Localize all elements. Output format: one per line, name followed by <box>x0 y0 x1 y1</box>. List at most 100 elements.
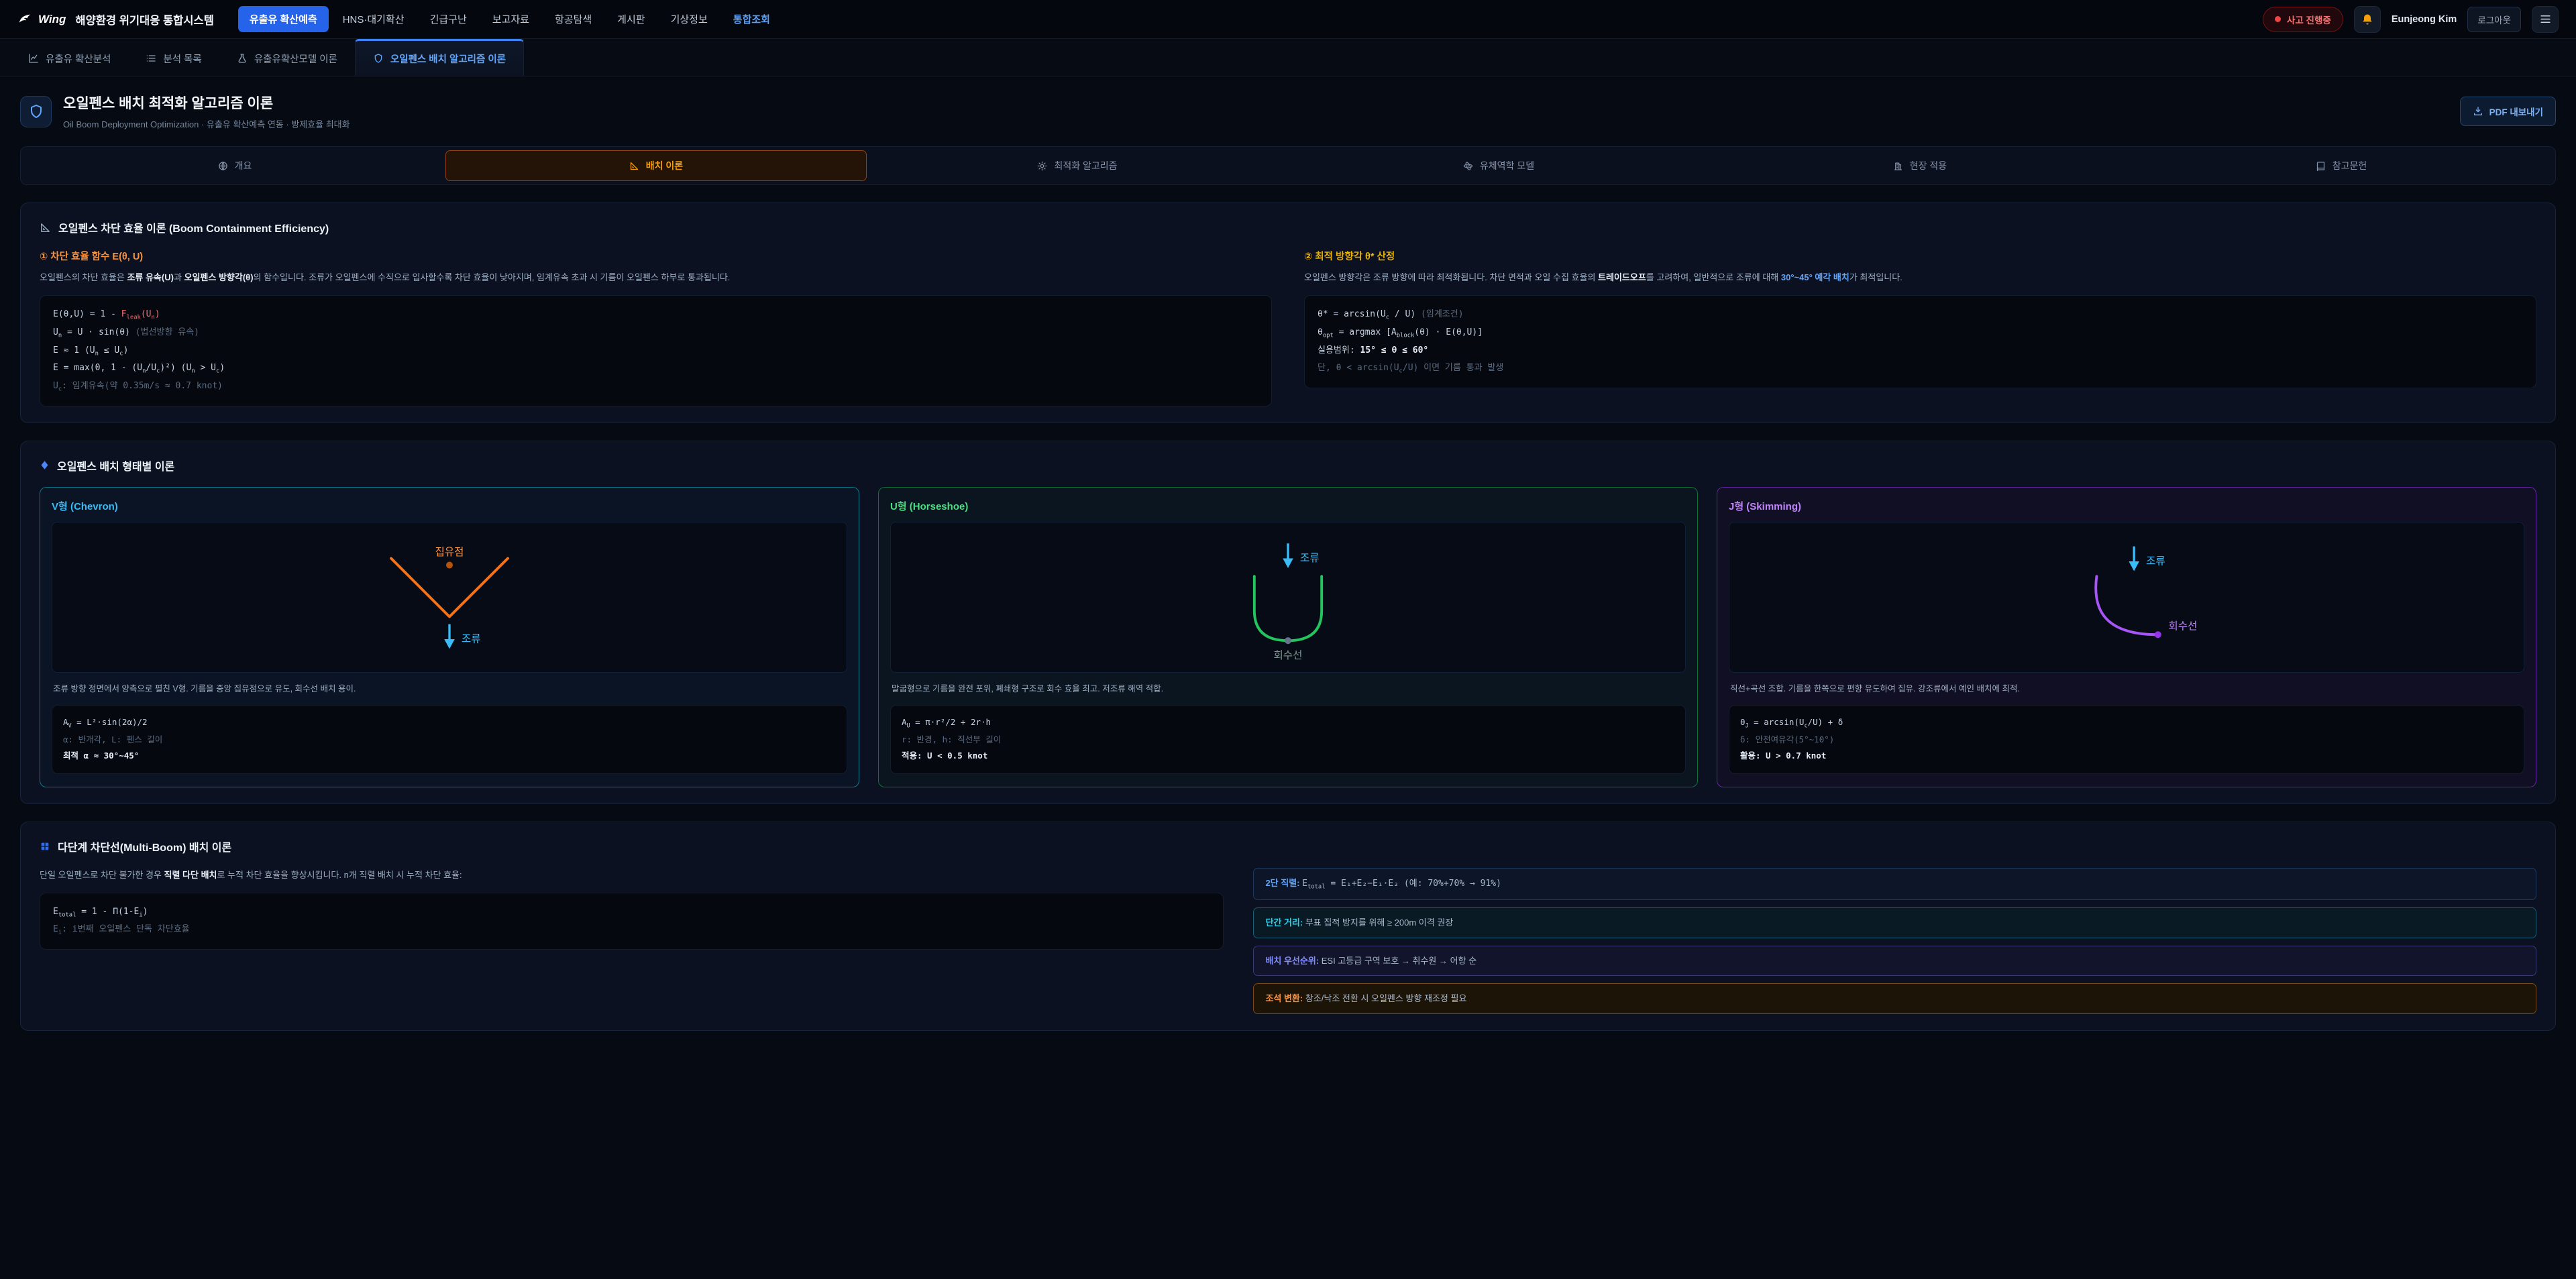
code-line: AV = L²·sin(2α)/2 <box>63 714 836 732</box>
chart-icon <box>28 53 39 64</box>
tab-label: 최적화 알고리즘 <box>1054 159 1117 172</box>
multiboom-left-column: 단일 오일펜스로 차단 불가한 경우 직렬 다단 배치로 누적 차단 효율을 향… <box>40 868 1224 950</box>
nav-item-reports[interactable]: 보고자료 <box>481 6 541 32</box>
nav-item-spill-prediction[interactable]: 유출유 확산예측 <box>238 6 329 32</box>
book-icon <box>2316 161 2326 171</box>
red-dot-icon <box>2275 16 2281 22</box>
nav-item-aerial-search[interactable]: 항공탐색 <box>543 6 603 32</box>
subnav-tab-label: 유출유 확산분석 <box>46 52 111 66</box>
current-arrowhead <box>1283 558 1293 567</box>
layout-card-description: 직선+곡선 조합. 기름을 한쪽으로 편향 유도하여 집유. 강조류에서 예인 … <box>1730 682 2523 696</box>
skimming-code-block: θJ = arcsin(Uc/U) + δ δ: 안전여유각(5°~10°) 활… <box>1729 705 2524 774</box>
layout-card-description: 조류 방향 정면에서 양측으로 펼친 V형. 기름을 중앙 집유점으로 유도, … <box>53 682 846 696</box>
efficiency-left-column: ① 차단 효율 함수 E(θ, U) 오일펜스의 차단 효율은 조류 유속(U)… <box>40 249 1272 406</box>
layout-card-description: 말굽형으로 기름을 완전 포위, 폐쇄형 구조로 회수 효율 최고. 저조류 해… <box>892 682 1684 696</box>
note-tidal-change: 조석 변환: 창조/낙조 전환 시 오일펜스 방향 재조정 필요 <box>1253 983 2536 1014</box>
containment-efficiency-panel: 오일펜스 차단 효율 이론 (Boom Containment Efficien… <box>20 203 2556 423</box>
collection-point-label: 집유점 <box>435 546 464 558</box>
layout-cards: V형 (Chevron) 집유점 조류 조류 방향 정면에서 양측으로 펼친 V… <box>40 487 2536 787</box>
app-logo: Wing <box>17 12 66 27</box>
subnav-tab-analysis-list[interactable]: 분석 목록 <box>128 39 219 76</box>
horseshoe-diagram-svg: 조류 회수선 <box>891 522 1685 672</box>
page-title: 오일펜스 배치 최적화 알고리즘 이론 <box>63 93 350 113</box>
current-label: 조류 <box>462 633 481 645</box>
nav-item-board[interactable]: 게시판 <box>606 6 656 32</box>
main-nav: 유출유 확산예측 HNS·대기확산 긴급구난 보고자료 항공탐색 게시판 기상정… <box>238 6 782 32</box>
efficiency-right-column: ② 최적 방향각 θ* 산정 오일펜스 방향각은 조류 방향에 따라 최적화됩니… <box>1304 249 2536 406</box>
incident-status-badge[interactable]: 사고 진행중 <box>2263 7 2343 32</box>
chevron-diagram-svg: 집유점 조류 <box>52 522 847 672</box>
page-titles: 오일펜스 배치 최적화 알고리즘 이론 Oil Boom Deployment … <box>63 93 350 130</box>
subnav-tab-boom-algorithm-theory[interactable]: 오일펜스 배치 알고리즘 이론 <box>355 39 524 76</box>
triangle-ruler-icon <box>629 161 639 171</box>
subnav-tab-diffusion-model-theory[interactable]: 유출유확산모델 이론 <box>219 39 355 76</box>
horseshoe-diagram: 조류 회수선 <box>890 522 1686 673</box>
nav-item-hns[interactable]: HNS·대기확산 <box>331 6 416 32</box>
chevron-diagram: 집유점 조류 <box>52 522 847 673</box>
logo-text: Wing <box>38 13 66 26</box>
optimal-angle-paragraph: 오일펜스 방향각은 조류 방향에 따라 최적화됩니다. 차단 면적과 오일 수집… <box>1304 270 2536 285</box>
skimming-diagram: 조류 회수선 <box>1729 522 2524 673</box>
layout-card-title: U형 (Horseshoe) <box>890 499 1686 513</box>
multiboom-panel: 다단계 차단선(Multi-Boom) 배치 이론 단일 오일펜스로 차단 불가… <box>20 822 2556 1031</box>
current-arrowhead <box>444 639 455 649</box>
notification-button[interactable] <box>2354 6 2381 33</box>
tab-label: 유체역학 모델 <box>1480 159 1534 172</box>
horseshoe-code-block: AU = π·r²/2 + 2r·h r: 반경, h: 직선부 길이 적용: … <box>890 705 1686 774</box>
atom-icon <box>1463 161 1473 171</box>
code-line: 적용: U < 0.5 knot <box>902 748 1674 764</box>
section-tabs: 개요 배치 이론 최적화 알고리즘 유체역학 모델 현장 적용 참고문헌 <box>20 146 2556 185</box>
current-arrowhead <box>2129 561 2139 571</box>
section-title-text: 오일펜스 차단 효율 이론 (Boom Containment Efficien… <box>58 219 329 235</box>
gear-icon <box>1037 161 1047 171</box>
tab-hydrodynamic-model[interactable]: 유체역학 모델 <box>1288 150 1709 181</box>
layout-card-chevron: V형 (Chevron) 집유점 조류 조류 방향 정면에서 양측으로 펼친 V… <box>40 487 859 787</box>
note-stage-spacing: 단간 거리: 부표 집적 방지를 위해 ≥ 200m 이격 권장 <box>1253 907 2536 938</box>
pdf-export-button[interactable]: PDF 내보내기 <box>2460 97 2556 126</box>
globe-icon <box>218 161 228 171</box>
hamburger-icon <box>2539 13 2552 25</box>
tab-overview[interactable]: 개요 <box>24 150 445 181</box>
menu-button[interactable] <box>2532 6 2559 33</box>
tab-deployment-theory[interactable]: 배치 이론 <box>445 150 867 181</box>
incident-status-label: 사고 진행중 <box>2287 13 2331 26</box>
code-line: α: 반개각, L: 펜스 길이 <box>63 732 836 748</box>
optimal-angle-heading: ② 최적 방향각 θ* 산정 <box>1304 249 2536 263</box>
tab-field-application[interactable]: 현장 적용 <box>1709 150 2131 181</box>
app-title: 해양환경 위기대응 통합시스템 <box>75 11 214 27</box>
tab-references[interactable]: 참고문헌 <box>2131 150 2552 181</box>
nav-item-integrated-search[interactable]: 통합조회 <box>722 6 782 32</box>
code-line: E(θ,U) = 1 - Fleak(Un) <box>53 306 1258 324</box>
code-line: E ≈ 1 (Un ≤ Uc) <box>53 342 1258 360</box>
optimal-angle-code-block: θ* = arcsin(Uc / U) (임계조건) θopt = argmax… <box>1304 295 2536 388</box>
current-label: 조류 <box>2146 555 2165 567</box>
app-header: Wing 해양환경 위기대응 통합시스템 유출유 확산예측 HNS·대기확산 긴… <box>0 0 2576 39</box>
multiboom-notes: 2단 직렬: Etotal = E₁+E₂−E₁·E₂ (예: 70%+70% … <box>1253 868 2536 1014</box>
multiboom-title: 다단계 차단선(Multi-Boom) 배치 이론 <box>40 838 2536 854</box>
nav-item-weather[interactable]: 기상정보 <box>659 6 719 32</box>
section-title-text: 다단계 차단선(Multi-Boom) 배치 이론 <box>58 838 231 854</box>
j-boom-shape <box>2096 576 2158 634</box>
skimming-diagram-svg: 조류 회수선 <box>1729 522 2524 672</box>
code-line: 활용: U > 0.7 knot <box>1740 748 2513 764</box>
tab-label: 현장 적용 <box>1910 159 1947 172</box>
nav-item-rescue[interactable]: 긴급구난 <box>419 6 478 32</box>
horseshoe-boom-shape <box>1254 576 1322 641</box>
current-label: 조류 <box>1300 553 1320 564</box>
code-line: Ei: i번째 오일펜스 단독 차단효율 <box>53 921 1210 939</box>
subnav-tab-label: 오일펜스 배치 알고리즘 이론 <box>390 52 506 66</box>
containment-efficiency-title: 오일펜스 차단 효율 이론 (Boom Containment Efficien… <box>40 219 2536 235</box>
logout-button[interactable]: 로그아웃 <box>2467 7 2521 32</box>
tab-optimization-algorithm[interactable]: 최적화 알고리즘 <box>867 150 1288 181</box>
chevron-code-block: AV = L²·sin(2α)/2 α: 반개각, L: 펜스 길이 최적 α … <box>52 705 847 774</box>
page-subtitle: Oil Boom Deployment Optimization · 유출유 확… <box>63 117 350 130</box>
subnav-tab-spill-analysis[interactable]: 유출유 확산분석 <box>11 39 128 76</box>
layout-types-panel: 오일펜스 배치 형태별 이론 V형 (Chevron) 집유점 조류 조류 방향… <box>20 441 2556 804</box>
tab-label: 참고문헌 <box>2332 159 2367 172</box>
code-line: 최적 α ≈ 30°~45° <box>63 748 836 764</box>
tab-label: 배치 이론 <box>646 159 683 172</box>
flask-icon <box>237 53 248 64</box>
code-line: 단, θ < arcsin(Uc/U) 이면 기름 통과 발생 <box>1318 359 2523 378</box>
efficiency-columns: ① 차단 효율 함수 E(θ, U) 오일펜스의 차단 효율은 조류 유속(U)… <box>40 249 2536 406</box>
code-line: r: 반경, h: 직선부 길이 <box>902 732 1674 748</box>
